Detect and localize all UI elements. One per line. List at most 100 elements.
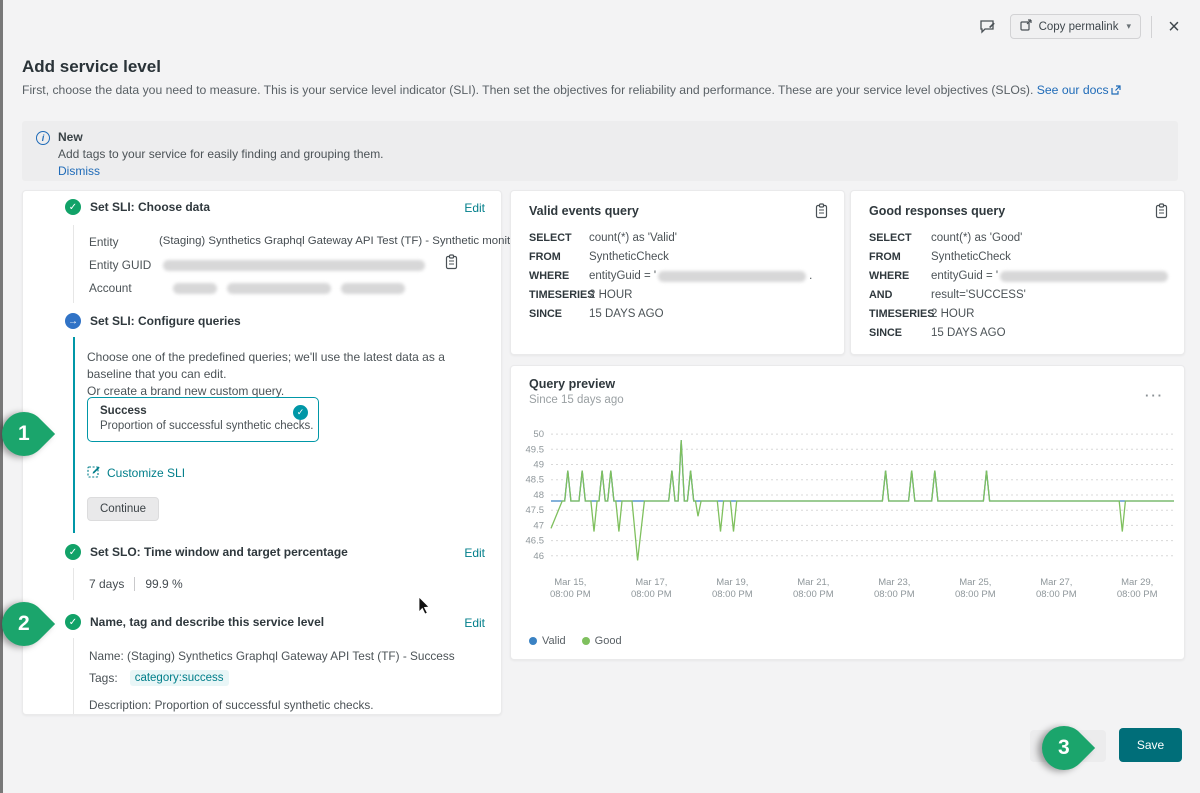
selected-check-icon: ✓ [293,405,308,420]
edit-choose-data-link[interactable]: Edit [464,201,485,215]
info-icon: i [36,131,50,145]
svg-text:Mar 27,: Mar 27, [1040,577,1072,588]
svg-text:08:00 PM: 08:00 PM [874,589,915,600]
query-row: SELECTcount(*) as 'Good' [869,232,1022,244]
step-connector [73,225,74,303]
dismiss-link[interactable]: Dismiss [58,164,100,178]
active-step-connector [73,337,75,533]
svg-text:47.5: 47.5 [526,505,545,516]
page-title: Add service level [22,57,161,77]
svg-text:49: 49 [533,460,544,471]
close-icon[interactable]: × [1162,15,1186,39]
save-button[interactable]: Save [1119,728,1182,762]
entity-guid-label: Entity GUID [89,258,151,272]
chart-legend: Valid Good [529,635,622,647]
svg-text:Mar 17,: Mar 17, [635,577,667,588]
step-configure-queries-title: Set SLI: Configure queries [90,314,241,328]
step-connector [73,568,74,600]
see-our-docs-link[interactable]: See our docs [1037,83,1109,97]
valid-query-title: Valid events query [529,204,639,218]
continue-button[interactable]: Continue [87,497,159,521]
tag-category-success[interactable]: category:success [130,670,229,686]
svg-text:46.5: 46.5 [526,536,545,547]
step-slo-title: Set SLO: Time window and target percenta… [90,545,348,559]
svg-text:Mar 15,: Mar 15, [554,577,586,588]
good-query-title: Good responses query [869,204,1005,218]
account-redacted-value [227,283,331,294]
svg-text:46: 46 [533,551,544,562]
service-level-name: Name: (Staging) Synthetics Graphql Gatew… [89,649,455,663]
sli-steps-card: ✓ Set SLI: Choose data Edit Entity (Stag… [22,190,502,715]
query-row: FROMSyntheticCheck [529,251,669,263]
add-service-level-panel: Copy permalink ▾ × Add service level Fir… [0,0,1200,793]
step-complete-icon: ✓ [65,544,81,560]
query-row: SINCE15 DAYS AGO [869,327,1006,339]
entity-label: Entity [89,235,119,249]
step-current-icon: → [65,313,81,329]
query-row: TIMESERIES2 HOUR [869,308,974,320]
svg-text:08:00 PM: 08:00 PM [712,589,753,600]
query-preview-card: Query preview Since 15 days ago ··· 5049… [510,365,1185,660]
svg-text:48.5: 48.5 [526,475,545,486]
query-row: SELECTcount(*) as 'Valid' [529,232,677,244]
step-configure-queries-header: → Set SLI: Configure queries [65,313,241,329]
svg-text:08:00 PM: 08:00 PM [955,589,996,600]
copy-guid-icon[interactable] [445,254,458,273]
step-choose-data-header: ✓ Set SLI: Choose data [65,199,210,215]
copy-query-icon[interactable] [1155,203,1168,222]
slo-values: 7 days 99.9 % [89,577,183,591]
good-series-dot [582,637,590,645]
chart-options-icon[interactable]: ··· [1145,388,1164,403]
svg-text:Mar 29,: Mar 29, [1121,577,1153,588]
edit-naming-link[interactable]: Edit [464,616,485,630]
customize-sli-link[interactable]: Customize SLI [87,464,185,481]
svg-text:Mar 21,: Mar 21, [797,577,829,588]
query-row: WHEREentityGuid = '. [529,270,812,282]
mouse-cursor [418,596,432,619]
query-row: SINCE15 DAYS AGO [529,308,664,320]
feedback-icon[interactable] [976,15,1000,39]
query-option-success[interactable]: Success Proportion of successful synthet… [87,397,319,442]
step-complete-icon: ✓ [65,199,81,215]
chevron-down-icon: ▾ [1126,21,1131,32]
valid-series-dot [529,637,537,645]
legend-valid[interactable]: Valid [529,635,566,647]
customize-icon [87,464,101,481]
valid-events-query-card: Valid events query SELECTcount(*) as 'Va… [510,190,845,355]
edit-slo-link[interactable]: Edit [464,546,485,560]
svg-text:49.5: 49.5 [526,444,545,455]
guid-redacted [1000,271,1168,282]
slo-divider [134,577,135,591]
svg-text:Mar 23,: Mar 23, [878,577,910,588]
external-link-icon [1111,84,1121,98]
svg-text:08:00 PM: 08:00 PM [550,589,591,600]
permalink-icon [1020,19,1033,34]
legend-good[interactable]: Good [582,635,622,647]
topbar-divider [1151,16,1152,38]
slo-target: 99.9 % [145,577,182,591]
topbar: Copy permalink ▾ × [976,14,1186,39]
tags-row: Tags: category:success [89,670,229,686]
copy-query-icon[interactable] [815,203,828,222]
svg-text:08:00 PM: 08:00 PM [1036,589,1077,600]
copy-permalink-button[interactable]: Copy permalink ▾ [1010,14,1141,39]
query-row: ANDresult='SUCCESS' [869,289,1026,301]
step-complete-icon: ✓ [65,614,81,630]
svg-text:48: 48 [533,490,544,501]
copy-permalink-label: Copy permalink [1039,21,1119,33]
good-responses-query-card: Good responses query SELECTcount(*) as '… [850,190,1185,355]
step-choose-data-title: Set SLI: Choose data [90,200,210,214]
step-slo-header: ✓ Set SLO: Time window and target percen… [65,544,348,560]
query-row: TIMESERIES2 HOUR [529,289,632,301]
tags-label: Tags: [89,671,118,685]
step-naming-title: Name, tag and describe this service leve… [90,615,324,629]
query-option-title: Success [100,405,147,417]
query-row: FROMSyntheticCheck [869,251,1011,263]
svg-text:08:00 PM: 08:00 PM [631,589,672,600]
svg-text:08:00 PM: 08:00 PM [793,589,834,600]
step-connector [73,638,74,714]
step-naming-header: ✓ Name, tag and describe this service le… [65,614,324,630]
svg-text:Mar 19,: Mar 19, [716,577,748,588]
query-preview-subtitle: Since 15 days ago [529,394,624,406]
svg-text:47: 47 [533,520,544,531]
